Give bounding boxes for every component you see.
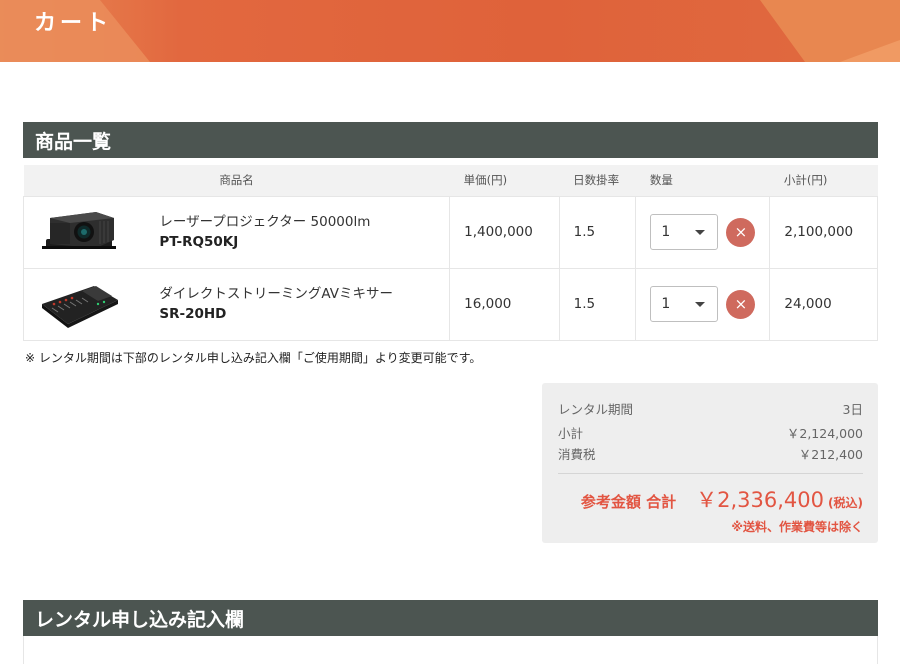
rate-cell: 1.5: [559, 196, 637, 268]
subtotal-value: ￥2,124,000: [786, 426, 863, 441]
summary-row-tax: 消費税 ￥212,400: [558, 444, 863, 465]
product-code: PT-RQ50KJ: [159, 234, 239, 250]
rate-cell: 1.5: [559, 268, 637, 340]
summary-row-period: レンタル期間 3日: [558, 399, 863, 420]
subtotal-cell: 2,100,000: [769, 196, 878, 268]
subtotal-label: 小計: [558, 426, 584, 441]
col-header-rate: 日数掛率: [573, 173, 620, 188]
col-header-name: 商品名: [219, 173, 254, 188]
order-summary: レンタル期間 3日 小計 ￥2,124,000 消費税 ￥212,400 参考金…: [542, 383, 878, 543]
unit-price-cell: 1,400,000: [449, 196, 560, 268]
product-name[interactable]: レーザープロジェクター 50000lm: [159, 212, 435, 232]
cart-table: 商品名 単価(円) 日数掛率 数量 小計(円) レーザープロジェクター 5000…: [23, 165, 878, 341]
remove-item-button[interactable]: ×: [726, 289, 756, 319]
av-mixer-image[interactable]: [38, 278, 120, 330]
product-list-heading: 商品一覧: [23, 122, 878, 158]
product-name[interactable]: ダイレクトストリーミングAVミキサー: [159, 284, 435, 304]
close-icon: ×: [734, 223, 748, 241]
quantity-select[interactable]: 1: [650, 214, 719, 250]
col-header-subtotal: 小計(円): [783, 173, 828, 188]
page-header-banner: カート: [0, 0, 900, 62]
total-label: 参考金額 合計: [580, 493, 677, 511]
table-header-row: 商品名 単価(円) 日数掛率 数量 小計(円): [23, 165, 878, 196]
total-value: ￥2,336,400: [696, 488, 825, 512]
product-image-cell: [23, 196, 146, 268]
total-tax-suffix: (税込): [828, 496, 863, 510]
unit-price-cell: 16,000: [449, 268, 560, 340]
quantity-cell: 1 ×: [635, 196, 771, 268]
product-code: SR-20HD: [159, 306, 227, 322]
table-row: ダイレクトストリーミングAVミキサー SR-20HD 16,000 1.5 1 …: [23, 268, 878, 340]
summary-row-subtotal: 小計 ￥2,124,000: [558, 423, 863, 444]
remove-item-button[interactable]: ×: [726, 217, 756, 247]
page-title: カート: [34, 11, 113, 36]
chevron-down-icon: [695, 301, 706, 307]
tax-value: ￥212,400: [798, 447, 863, 462]
summary-total: 参考金額 合計 ￥2,336,400 (税込): [558, 484, 863, 514]
projector-image[interactable]: [38, 206, 120, 258]
chevron-down-icon: [695, 229, 706, 235]
col-header-unit-price: 単価(円): [463, 173, 508, 188]
table-row: レーザープロジェクター 50000lm PT-RQ50KJ 1,400,000 …: [23, 196, 878, 268]
rental-period-note: ※ レンタル期間は下部のレンタル申し込み記入欄「ご使用期間」より変更可能です。: [25, 351, 482, 365]
col-header-quantity: 数量: [649, 173, 673, 188]
product-image-cell: [23, 268, 146, 340]
period-value: 3日: [842, 402, 863, 417]
rental-form-body: [23, 636, 878, 664]
close-icon: ×: [734, 295, 748, 313]
quantity-select[interactable]: 1: [650, 286, 719, 322]
quantity-value: 1: [661, 224, 671, 240]
product-name-cell: ダイレクトストリーミングAVミキサー SR-20HD: [145, 268, 451, 340]
shipping-exclusion-note: ※送料、作業費等は除く: [731, 520, 863, 534]
summary-divider: [558, 473, 863, 474]
product-name-cell: レーザープロジェクター 50000lm PT-RQ50KJ: [145, 196, 451, 268]
quantity-cell: 1 ×: [635, 268, 771, 340]
quantity-value: 1: [661, 296, 671, 312]
subtotal-cell: 24,000: [769, 268, 878, 340]
period-label: レンタル期間: [558, 402, 634, 417]
rental-form-heading: レンタル申し込み記入欄: [23, 600, 878, 636]
tax-label: 消費税: [558, 447, 596, 462]
